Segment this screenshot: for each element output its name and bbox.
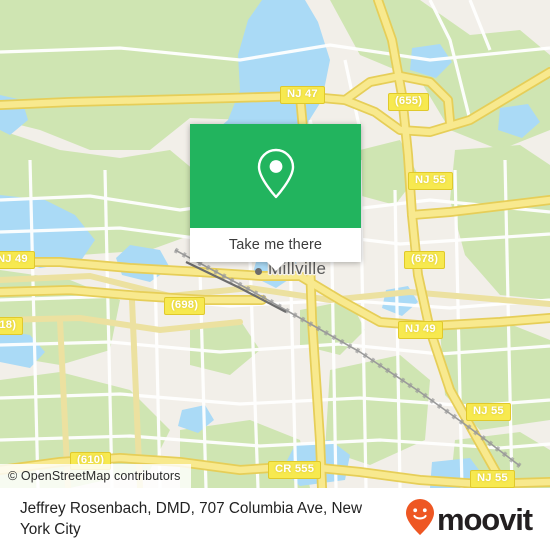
road-shield-678: (678) [404,251,446,269]
road-shield-nj55-se: NJ 55 [470,470,515,488]
take-me-there-label: Take me there [228,237,323,253]
city-marker-dot [255,268,262,275]
map-canvas[interactable]: Millville NJ 47 (655) NJ 55 (678) NJ 49 … [0,0,550,488]
road-shield-cr555: CR 555 [268,461,322,479]
osm-attribution-text: © OpenStreetMap contributors [8,469,181,483]
moovit-logo[interactable]: moovit [405,498,533,541]
road-shield-nj55-n: NJ 55 [408,172,453,190]
popup-image-area[interactable] [190,124,361,228]
location-popup-card[interactable]: Take me there [190,124,361,271]
road-shield-618: (618) [0,317,24,335]
place-title: Jeffrey Rosenbach, DMD, 707 Columbia Ave… [20,500,363,538]
map-preview-screen: Millville NJ 47 (655) NJ 55 (678) NJ 49 … [0,0,550,550]
map-pin-icon [254,147,298,206]
take-me-there-button[interactable]: Take me there [190,228,361,262]
road-shield-nj49-w: NJ 49 [0,251,35,269]
road-shield-nj49-e: NJ 49 [398,321,443,339]
bottom-info-bar: Jeffrey Rosenbach, DMD, 707 Columbia Ave… [0,488,550,550]
road-shield-nj47: NJ 47 [280,86,325,104]
road-shield-698: (698) [164,297,206,315]
moovit-smiley-pin-icon [405,498,435,541]
popup-pointer-tail [266,262,285,271]
osm-attribution[interactable]: © OpenStreetMap contributors [0,464,191,488]
road-shield-nj55-s: NJ 55 [466,403,511,421]
moovit-wordmark: moovit [436,501,533,537]
road-shield-655: (655) [388,93,430,111]
